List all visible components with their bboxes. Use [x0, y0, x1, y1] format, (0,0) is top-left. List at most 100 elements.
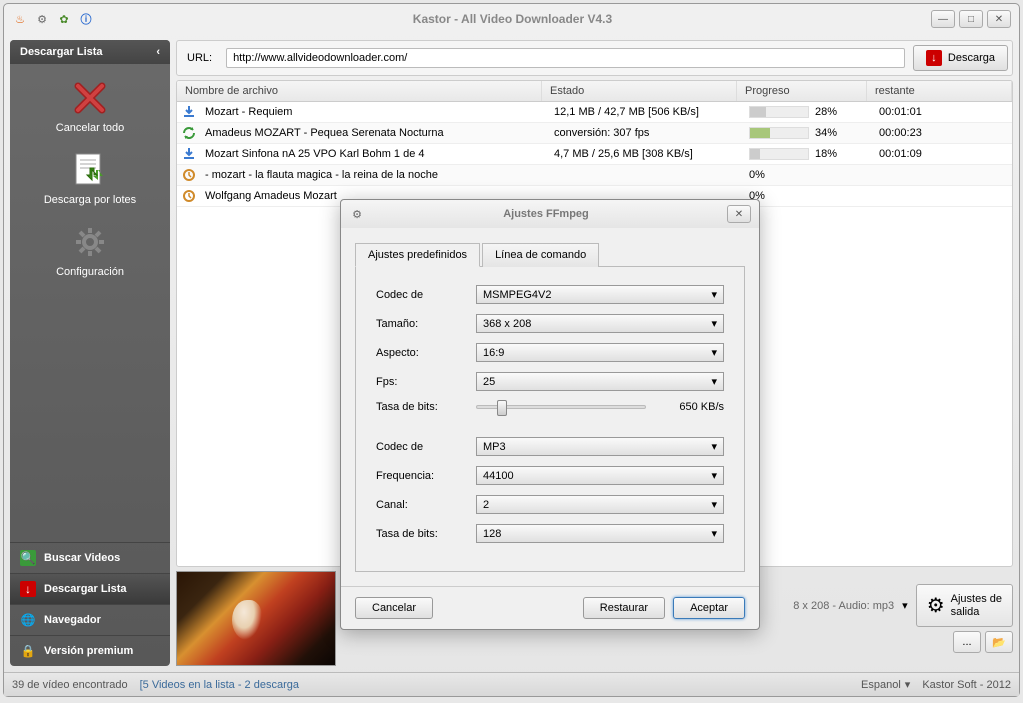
nav-premium-label: Versión premium [44, 645, 133, 657]
globe-icon: 🌐 [20, 612, 36, 628]
cancel-all-button[interactable]: Cancelar todo [52, 74, 129, 138]
maximize-button[interactable]: □ [959, 10, 983, 28]
audio-codec-select[interactable]: MP3▾ [476, 437, 724, 456]
lock-icon: 🔒 [20, 643, 36, 659]
download-icon: ↓ [20, 581, 36, 597]
row-status-icon [181, 105, 197, 119]
gear-icon[interactable]: ⚙ [34, 11, 50, 27]
search-icon: 🔍 [20, 550, 36, 566]
cell-name: Amadeus MOZART - Pequea Serenata Nocturn… [197, 125, 546, 141]
status-bar: 39 de vídeo encontrado [5 Videos en la l… [4, 672, 1019, 696]
open-folder-button[interactable]: 📂 [985, 631, 1013, 653]
aspect-select[interactable]: 16:9▾ [476, 343, 724, 362]
tab-cmdline[interactable]: Línea de comando [482, 243, 599, 267]
preview-thumbnail[interactable] [176, 571, 336, 666]
video-bitrate-value: 650 KB/s [654, 401, 724, 413]
fps-select[interactable]: 25▾ [476, 372, 724, 391]
folder-icon: 📂 [992, 636, 1006, 649]
nav-download-label: Descargar Lista [44, 583, 127, 595]
titlebar: ♨ ⚙ ✿ ⓘ Kastor - All Video Downloader V4… [4, 4, 1019, 34]
cell-remaining: 00:00:23 [871, 125, 1012, 141]
nav-search-label: Buscar Videos [44, 552, 120, 564]
frequency-label: Frequencia: [376, 470, 466, 482]
more-button[interactable]: ... [953, 631, 981, 653]
chevron-down-icon: ▾ [711, 498, 717, 511]
flame-icon[interactable]: ♨ [12, 11, 28, 27]
language-selector[interactable]: Espanol ▾ [861, 678, 910, 691]
batch-label: Descarga por lotes [44, 194, 136, 206]
table-row[interactable]: Mozart Sinfona nA 25 VPO Karl Bohm 1 de … [177, 144, 1012, 165]
config-label: Configuración [56, 266, 124, 278]
row-status-icon [181, 147, 197, 161]
nav-browser[interactable]: 🌐 Navegador [10, 604, 170, 635]
output-settings-label: Ajustes de salida [951, 593, 1002, 617]
status-list: [5 Videos en la lista - 2 descarga [140, 679, 849, 691]
frequency-select[interactable]: 44100▾ [476, 466, 724, 485]
cell-remaining [871, 173, 1012, 177]
output-format-text: 8 x 208 - Audio: mp3 [793, 600, 894, 612]
channel-select[interactable]: 2▾ [476, 495, 724, 514]
window-title: Kastor - All Video Downloader V4.3 [94, 12, 931, 26]
dialog-accept-button[interactable]: Aceptar [673, 597, 745, 619]
col-header-remaining[interactable]: restante [867, 81, 1012, 101]
table-row[interactable]: - mozart - la flauta magica - la reina d… [177, 165, 1012, 186]
chevron-down-icon: ▾ [905, 678, 911, 691]
close-button[interactable]: ✕ [987, 10, 1011, 28]
language-label: Espanol [861, 679, 901, 691]
dialog-restore-button[interactable]: Restaurar [583, 597, 665, 619]
batch-download-button[interactable]: Descarga por lotes [40, 146, 140, 210]
cell-state [546, 173, 741, 177]
cell-name: Mozart Sinfona nA 25 VPO Karl Bohm 1 de … [197, 146, 546, 162]
dialog-cancel-button[interactable]: Cancelar [355, 597, 433, 619]
table-row[interactable]: Amadeus MOZART - Pequea Serenata Nocturn… [177, 123, 1012, 144]
minimize-button[interactable]: — [931, 10, 955, 28]
nav-premium[interactable]: 🔒 Versión premium [10, 635, 170, 666]
sidebar: Descargar Lista ‹ Cancelar todo Descarga… [10, 40, 170, 666]
dialog-gear-icon: ⚙ [349, 206, 365, 222]
cell-name: - mozart - la flauta magica - la reina d… [197, 167, 546, 183]
channel-label: Canal: [376, 499, 466, 511]
audio-codec-label: Codec de [376, 441, 466, 453]
cell-state: 4,7 MB / 25,6 MB [308 KB/s] [546, 146, 741, 162]
audio-bitrate-select[interactable]: 128▾ [476, 524, 724, 543]
chevron-down-icon: ▾ [711, 469, 717, 482]
dialog-close-button[interactable]: ✕ [727, 205, 751, 223]
col-header-progress[interactable]: Progreso [737, 81, 867, 101]
video-bitrate-slider[interactable] [476, 405, 646, 409]
format-dropdown-icon[interactable]: ▾ [898, 599, 912, 612]
puzzle-icon[interactable]: ✿ [56, 11, 72, 27]
col-header-name[interactable]: Nombre de archivo [177, 81, 542, 101]
tab-presets[interactable]: Ajustes predefinidos [355, 243, 480, 267]
aspect-label: Aspecto: [376, 347, 466, 359]
nav-download-list[interactable]: ↓ Descargar Lista [10, 573, 170, 604]
cell-progress: 0% [741, 188, 871, 204]
cancel-all-label: Cancelar todo [56, 122, 125, 134]
cell-state [546, 194, 741, 198]
config-gear-icon [70, 222, 110, 262]
output-settings-button[interactable]: ⚙ Ajustes de salida [916, 584, 1013, 627]
info-icon[interactable]: ⓘ [78, 11, 94, 27]
table-row[interactable]: Mozart - Requiem12,1 MB / 42,7 MB [506 K… [177, 102, 1012, 123]
collapse-icon[interactable]: ‹ [156, 46, 160, 58]
download-button[interactable]: ↓ Descarga [913, 45, 1008, 71]
slider-thumb[interactable] [497, 400, 507, 416]
cell-progress: 34% [741, 125, 871, 141]
row-status-icon [181, 126, 197, 140]
url-bar: URL: ↓ Descarga [176, 40, 1013, 76]
status-copyright: Kastor Soft - 2012 [922, 679, 1011, 691]
config-button[interactable]: Configuración [52, 218, 128, 282]
status-found: 39 de vídeo encontrado [12, 679, 128, 691]
nav-search-videos[interactable]: 🔍 Buscar Videos [10, 542, 170, 573]
chevron-down-icon: ▾ [711, 527, 717, 540]
size-select[interactable]: 368 x 208▾ [476, 314, 724, 333]
col-header-state[interactable]: Estado [542, 81, 737, 101]
cell-progress: 18% [741, 146, 871, 162]
video-codec-select[interactable]: MSMPEG4V2▾ [476, 285, 724, 304]
row-status-icon [181, 168, 197, 182]
chevron-down-icon: ▾ [711, 346, 717, 359]
cell-remaining: 00:01:09 [871, 146, 1012, 162]
row-status-icon [181, 189, 197, 203]
cell-state: conversión: 307 fps [546, 125, 741, 141]
download-button-label: Descarga [948, 52, 995, 64]
url-input[interactable] [226, 48, 905, 68]
